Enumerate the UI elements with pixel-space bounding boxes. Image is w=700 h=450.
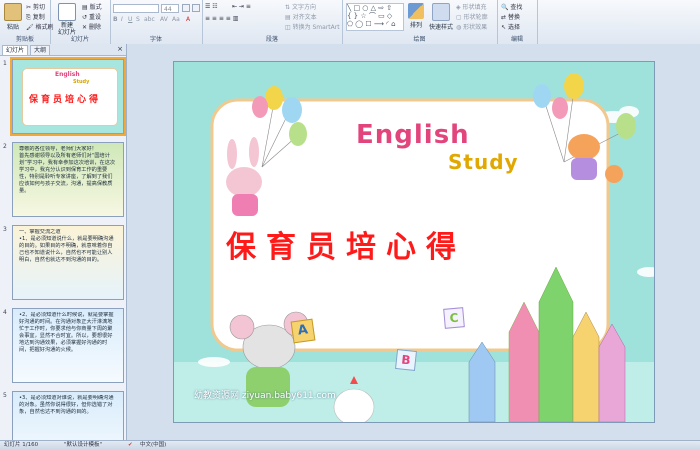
editing-group-label: 编辑 (510, 36, 523, 43)
find-button[interactable]: 🔍 查找 (501, 2, 522, 11)
text-direction-button[interactable]: ⇅ 文字方向 (285, 2, 316, 11)
slide-study-word: Study (448, 150, 519, 174)
slide-number: 4 (3, 309, 7, 316)
slide-number: 2 (3, 143, 7, 150)
slide-number: 3 (3, 226, 7, 233)
tab-slides[interactable]: 幻灯片 (2, 45, 29, 55)
quick-styles-button[interactable]: 快速样式 (428, 3, 454, 31)
bold-icon[interactable]: B (113, 16, 118, 23)
clipboard-group-label: 剪贴板 (15, 36, 34, 43)
font-size-combo[interactable]: 44 (161, 4, 179, 13)
slide-thumbnail-5[interactable]: 5 •3、是必须知道对谁说，就是要明确沟通的对象。虽然你说得很好，但你选错了对象… (0, 389, 126, 440)
align-text-button[interactable]: ▤ 对齐文本 (285, 12, 317, 21)
slide-thumbnail-3[interactable]: 3 一、掌握交流之道 •1、是必须知道说什么，就是要明确沟通的目的。如果目的不明… (0, 223, 126, 303)
drawing-group-label: 绘图 (413, 36, 426, 43)
slide-thumbnail-4[interactable]: 4 •2、是必须知道什么时候说，就是要掌握好沟通的时间。在沟通对象正大汗淋漓地忙… (0, 306, 126, 386)
ribbon: 粘贴 ✂ 剪切 ⎘ 复制 🖌 格式刷 剪贴板 新建 幻灯片 ▤ 版式 ↺ 重设 … (0, 0, 700, 45)
reset-button[interactable]: ↺ 重设 (82, 12, 101, 21)
arrange-button[interactable]: 排列 (406, 3, 426, 31)
thumb-english: English (55, 71, 80, 78)
new-slide-button[interactable]: 新建 幻灯片 (56, 3, 78, 36)
clipboard-icon (4, 3, 22, 21)
slide-editing-area: A B C English Study 保育员培心得 幼教资源网 ziyuan.… (127, 44, 700, 440)
font-group: 44 B I U S abc AV Aa A 字体 (110, 0, 203, 44)
paste-button[interactable]: 粘贴 (3, 3, 23, 31)
paragraph-group: ☰ ☷ ⇤ ⇥ ≡ ≡ ≡ ≡ ≡ ▥ ⇅ 文字方向 ▤ 对齐文本 ◫ 转换为 … (202, 0, 343, 44)
cut-button[interactable]: ✂ 剪切 (26, 2, 45, 11)
slide-number: 5 (3, 392, 7, 399)
italic-icon[interactable]: I (121, 16, 123, 23)
slide-canvas[interactable]: A B C English Study 保育员培心得 幼教资源网 ziyuan.… (173, 61, 655, 423)
smartart-button[interactable]: ◫ 转换为 SmartArt (285, 22, 340, 31)
clipboard-group: 粘贴 ✂ 剪切 ⎘ 复制 🖌 格式刷 剪贴板 (0, 0, 54, 44)
replace-button[interactable]: ⇄ 替换 (501, 12, 520, 21)
slide-english-word: English (356, 120, 470, 150)
slide-thumbnail-1[interactable]: 1 English Study 保育员培心得 (0, 57, 126, 137)
shape-effects-button[interactable]: ◍ 形状效果 (456, 22, 487, 31)
thumbnail-image: 尊敬的各位领导，老师们大家好！ 首先感谢领导以及所有老师们对“国培计划”学习中，… (12, 142, 124, 217)
letter-block-b: B (395, 349, 417, 371)
close-icon[interactable]: × (117, 45, 123, 53)
paragraph-group-label: 段落 (265, 36, 278, 43)
slide-title[interactable]: 保育员培心得 (226, 222, 466, 266)
thumb-text: 尊敬的各位领导，老师们大家好！ 首先感谢领导以及所有老师们对“国培计划”学习中，… (19, 146, 116, 194)
tab-outline[interactable]: 大纲 (30, 45, 51, 55)
new-slide-icon (58, 3, 76, 21)
thumb-text: 一、掌握交流之道 •1、是必须知道说什么，就是要明确沟通的目的。如果目的不明确，… (19, 229, 114, 263)
indent-icon[interactable]: ⇤ ⇥ ≡ (232, 3, 251, 10)
panel-tabs: 幻灯片 大纲 × (0, 44, 126, 56)
thumb-study: Study (73, 79, 90, 85)
slides-panel: 幻灯片 大纲 × 1 English Study 保育员培心得 2 尊敬的各位领… (0, 44, 127, 440)
layout-button[interactable]: ▤ 版式 (82, 2, 102, 11)
slides-group: 新建 幻灯片 ▤ 版式 ↺ 重设 ✕ 删除 幻灯片 (50, 0, 111, 44)
slide-number: 1 (3, 60, 7, 67)
arrange-icon (408, 3, 424, 19)
shape-outline-button[interactable]: ▢ 形状轮廓 (456, 12, 488, 21)
letter-block-c: C (443, 307, 465, 329)
char-spacing-icon[interactable]: AV (160, 16, 168, 23)
strikethrough-icon[interactable]: abc (144, 16, 155, 23)
thumbnail-image: English Study 保育员培心得 (10, 57, 126, 136)
thumb-title: 保育员培心得 (29, 95, 102, 105)
change-case-icon[interactable]: Aa (172, 16, 180, 23)
delete-button[interactable]: ✕ 删除 (82, 22, 101, 31)
slides-group-label: 幻灯片 (70, 36, 89, 43)
bullets-icon[interactable]: ☰ ☷ (205, 3, 218, 10)
thumb-text: •2、是必须知道什么时候说，就是要掌握好沟通的时间。在沟通对象正大汗淋漓地忙于工… (19, 312, 114, 353)
thumbnail-image: •3、是必须知道对谁说，就是要明确沟通的对象。虽然你说得很好，但你选错了对象，自… (12, 391, 124, 440)
grow-font-icon[interactable] (182, 4, 190, 12)
copy-button[interactable]: ⎘ 复制 (26, 12, 45, 22)
slide-watermark: 幼教资源网 ziyuan.baby611.com (194, 391, 336, 401)
font-color-icon[interactable]: A (186, 16, 190, 23)
shrink-font-icon[interactable] (192, 4, 200, 12)
font-group-label: 字体 (149, 36, 162, 43)
slide-thumbnail-2[interactable]: 2 尊敬的各位领导，老师们大家好！ 首先感谢领导以及所有老师们对“国培计划”学习… (0, 140, 126, 220)
drawing-group: ╲ □ ○ △ ⇨ ⇧{ } ☆ ⌒ ▭ ◇ ⬠ ◯ ☐ ⟶ ◜ ⌂ 排列 快速样… (342, 0, 498, 44)
shapes-gallery[interactable]: ╲ □ ○ △ ⇨ ⇧{ } ☆ ⌒ ▭ ◇ ⬠ ◯ ☐ ⟶ ◜ ⌂ (346, 3, 404, 31)
font-name-combo[interactable] (113, 4, 159, 13)
thumb-text: •3、是必须知道对谁说，就是要明确沟通的对象。虽然你说得很好，但你选错了对象，自… (19, 395, 114, 415)
shape-fill-button[interactable]: ◈ 形状填充 (456, 2, 487, 11)
quick-styles-icon (432, 3, 450, 21)
editing-group: 🔍 查找 ⇄ 替换 ↖ 选择 编辑 (497, 0, 538, 44)
thumbnail-image: 一、掌握交流之道 •1、是必须知道说什么，就是要明确沟通的目的。如果目的不明确，… (12, 225, 124, 300)
underline-icon[interactable]: U (128, 16, 132, 23)
select-button[interactable]: ↖ 选择 (501, 22, 520, 31)
align-icons[interactable]: ≡ ≡ ≡ ≡ ▥ (205, 15, 238, 22)
shadow-icon[interactable]: S (136, 16, 140, 23)
thumbnail-image: •2、是必须知道什么时候说，就是要掌握好沟通的时间。在沟通对象正大汗淋漓地忙于工… (12, 308, 124, 383)
letter-block-a: A (290, 318, 316, 344)
